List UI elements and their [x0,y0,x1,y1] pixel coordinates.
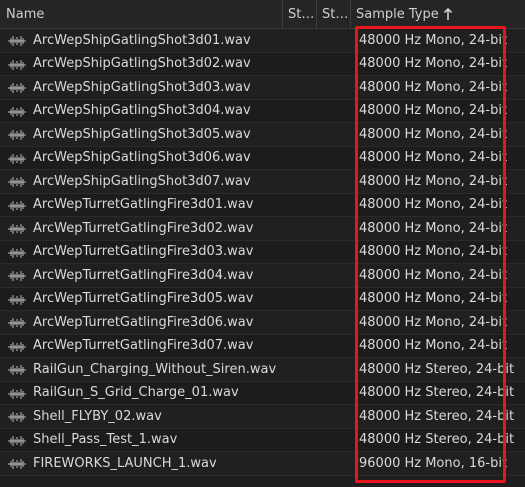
file-name: Shell_Pass_Test_1.wav [33,432,178,448]
table-row[interactable]: ArcWepTurretGatlingFire3d02.wav 48000 Hz … [0,217,525,241]
waveform-icon [8,271,26,281]
waveform-icon [8,388,26,399]
column-header-st2[interactable]: St… [322,0,348,28]
file-name: FIREWORKS_LAUNCH_1.wav [33,455,217,471]
waveform-icon [8,59,26,70]
column-header-bar: Name St… St… Sample Type [0,0,525,29]
sample-type-value: 48000 Hz Mono, 24-bit [359,103,508,119]
column-header-sample-type[interactable]: Sample Type [356,0,453,28]
table-row[interactable]: ArcWepTurretGatlingFire3d06.wav 48000 Hz … [0,311,525,335]
sample-type-value: 96000 Hz Mono, 16-bit [359,455,508,471]
sample-type-value: 48000 Hz Stereo, 24-bit [359,385,515,401]
sample-type-value: 48000 Hz Mono, 24-bit [359,267,508,283]
sample-type-value: 48000 Hz Mono, 24-bit [359,197,508,213]
table-row[interactable]: FIREWORKS_LAUNCH_1.wav 96000 Hz Mono, 16-… [0,452,525,476]
table-row[interactable]: ArcWepTurretGatlingFire3d03.wav 48000 Hz … [0,240,525,264]
table-row[interactable]: ArcWepShipGatlingShot3d02.wav 48000 Hz Mo… [0,52,525,76]
sample-type-value: 48000 Hz Mono, 24-bit [359,314,508,330]
sample-type-value: 48000 Hz Stereo, 24-bit [359,361,515,377]
waveform-icon [8,247,26,258]
waveform-icon [8,153,26,164]
waveform-icon [8,412,26,422]
file-name: Shell_FLYBY_02.wav [33,408,162,424]
file-name: ArcWepShipGatlingShot3d04.wav [33,103,251,119]
file-name: ArcWepTurretGatlingFire3d05.wav [33,291,254,307]
sample-type-value: 48000 Hz Mono, 24-bit [359,291,508,307]
file-name: ArcWepTurretGatlingFire3d04.wav [33,267,254,283]
waveform-icon [8,130,26,140]
waveform-icon [8,459,26,469]
sample-type-value: 48000 Hz Mono, 24-bit [359,338,508,354]
table-row[interactable]: Shell_Pass_Test_1.wav 48000 Hz Stereo, 24… [0,428,525,452]
column-header-name-label: Name [6,6,45,22]
column-header-st1[interactable]: St… [288,0,314,28]
sample-type-value: 48000 Hz Mono, 24-bit [359,150,508,166]
waveform-icon [8,341,26,352]
column-divider[interactable] [282,0,283,28]
waveform-icon [8,365,26,375]
waveform-icon [8,318,26,328]
table-row[interactable]: RailGun_Charging_Without_Siren.wav 48000 … [0,358,525,382]
file-name: RailGun_S_Grid_Charge_01.wav [33,385,239,401]
file-name: ArcWepTurretGatlingFire3d07.wav [33,338,254,354]
sort-ascending-arrow-icon [443,7,452,20]
file-name: ArcWepTurretGatlingFire3d01.wav [33,197,254,213]
sample-type-value: 48000 Hz Stereo, 24-bit [359,408,515,424]
column-header-name[interactable]: Name [6,0,44,28]
table-row[interactable]: Shell_FLYBY_02.wav 48000 Hz Stereo, 24-bi… [0,405,525,429]
table-row[interactable]: ArcWepShipGatlingShot3d01.wav 48000 Hz Mo… [0,29,525,53]
file-name: ArcWepShipGatlingShot3d05.wav [33,126,251,142]
table-row[interactable]: ArcWepTurretGatlingFire3d04.wav 48000 Hz … [0,264,525,288]
column-header-sample-type-label: Sample Type [356,6,439,22]
column-divider[interactable] [350,0,351,28]
sample-type-value: 48000 Hz Mono, 24-bit [359,56,508,72]
table-row[interactable]: ArcWepShipGatlingShot3d07.wav 48000 Hz Mo… [0,170,525,194]
file-name: ArcWepTurretGatlingFire3d02.wav [33,220,254,236]
column-header-st1-label: St… [288,6,315,22]
waveform-icon [8,36,26,46]
sample-type-value: 48000 Hz Mono, 24-bit [359,32,508,48]
waveform-icon [8,294,26,305]
table-row[interactable]: ArcWepShipGatlingShot3d05.wav 48000 Hz Mo… [0,123,525,147]
file-name: ArcWepShipGatlingShot3d02.wav [33,56,251,72]
sample-type-value: 48000 Hz Mono, 24-bit [359,220,508,236]
waveform-icon [8,224,26,234]
file-name: RailGun_Charging_Without_Siren.wav [33,361,277,377]
file-name: ArcWepTurretGatlingFire3d03.wav [33,244,254,260]
file-list: ArcWepShipGatlingShot3d01.wav 48000 Hz Mo… [0,29,525,476]
file-name: ArcWepTurretGatlingFire3d06.wav [33,314,254,330]
table-row[interactable]: ArcWepTurretGatlingFire3d01.wav 48000 Hz … [0,193,525,217]
file-name: ArcWepShipGatlingShot3d01.wav [33,32,251,48]
waveform-icon [8,435,26,446]
table-row[interactable]: ArcWepTurretGatlingFire3d07.wav 48000 Hz … [0,334,525,358]
table-row[interactable]: ArcWepTurretGatlingFire3d05.wav 48000 Hz … [0,287,525,311]
waveform-icon [8,106,26,117]
file-name: ArcWepShipGatlingShot3d07.wav [33,173,251,189]
table-row[interactable]: ArcWepShipGatlingShot3d03.wav 48000 Hz Mo… [0,76,525,100]
sample-type-value: 48000 Hz Mono, 24-bit [359,126,508,142]
table-row[interactable]: ArcWepShipGatlingShot3d06.wav 48000 Hz Mo… [0,146,525,170]
file-name: ArcWepShipGatlingShot3d03.wav [33,79,251,95]
sample-type-value: 48000 Hz Stereo, 24-bit [359,432,515,448]
sample-type-value: 48000 Hz Mono, 24-bit [359,79,508,95]
waveform-icon [8,177,26,187]
table-row[interactable]: ArcWepShipGatlingShot3d04.wav 48000 Hz Mo… [0,99,525,123]
column-header-st2-label: St… [322,6,349,22]
column-divider[interactable] [316,0,317,28]
file-name: ArcWepShipGatlingShot3d06.wav [33,150,251,166]
sample-type-value: 48000 Hz Mono, 24-bit [359,173,508,189]
waveform-icon [8,83,26,93]
waveform-icon [8,200,26,211]
sample-type-value: 48000 Hz Mono, 24-bit [359,244,508,260]
table-row[interactable]: RailGun_S_Grid_Charge_01.wav 48000 Hz Ste… [0,381,525,405]
